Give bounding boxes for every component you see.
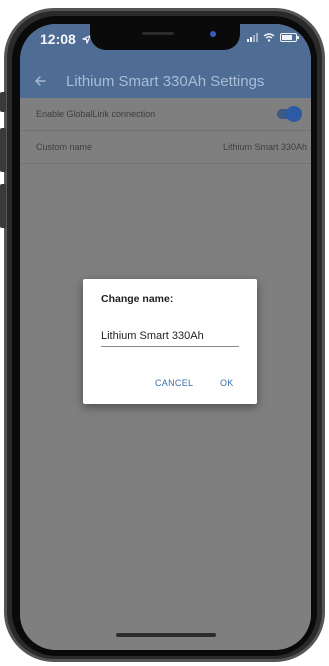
status-time: 12:08 <box>40 31 91 47</box>
status-bar: 12:08 <box>20 24 311 64</box>
name-input[interactable] <box>101 326 239 347</box>
home-indicator[interactable] <box>116 633 216 637</box>
status-icons <box>247 33 299 42</box>
globallink-label: Enable GlobalLink connection <box>36 109 156 119</box>
toggle-knob <box>286 106 302 122</box>
setting-row-globallink[interactable]: Enable GlobalLink connection <box>20 98 311 131</box>
notch <box>90 24 240 50</box>
speaker-grille <box>142 32 174 35</box>
setting-row-custom-name[interactable]: Custom name Lithium Smart 330Ah <box>20 131 311 164</box>
page-title: Lithium Smart 330Ah Settings <box>66 72 265 90</box>
clock-text: 12:08 <box>40 31 76 47</box>
back-button[interactable] <box>20 64 60 98</box>
change-name-dialog: Change name: CANCEL OK <box>83 279 257 404</box>
app-header: 12:08 Lithium Smart 330Ah Settings <box>20 24 311 98</box>
cancel-button[interactable]: CANCEL <box>155 378 193 388</box>
front-camera <box>210 31 216 37</box>
custom-name-value: Lithium Smart 330Ah <box>222 142 307 152</box>
toolbar: Lithium Smart 330Ah Settings <box>20 64 311 98</box>
wifi-icon <box>263 33 275 42</box>
ok-button[interactable]: OK <box>220 378 234 388</box>
dialog-title: Change name: <box>101 293 174 305</box>
volume-down-button <box>0 184 6 228</box>
mute-switch <box>0 92 6 112</box>
cellular-signal-icon <box>247 33 258 42</box>
custom-name-label: Custom name <box>36 142 93 152</box>
battery-icon <box>280 33 299 42</box>
globallink-toggle[interactable] <box>277 106 302 122</box>
app-screen: 12:08 Lithium Smart 330Ah Settings Enabl… <box>20 24 311 650</box>
battery-level-fill <box>282 35 293 40</box>
volume-up-button <box>0 128 6 172</box>
arrow-left-icon <box>35 76 46 86</box>
